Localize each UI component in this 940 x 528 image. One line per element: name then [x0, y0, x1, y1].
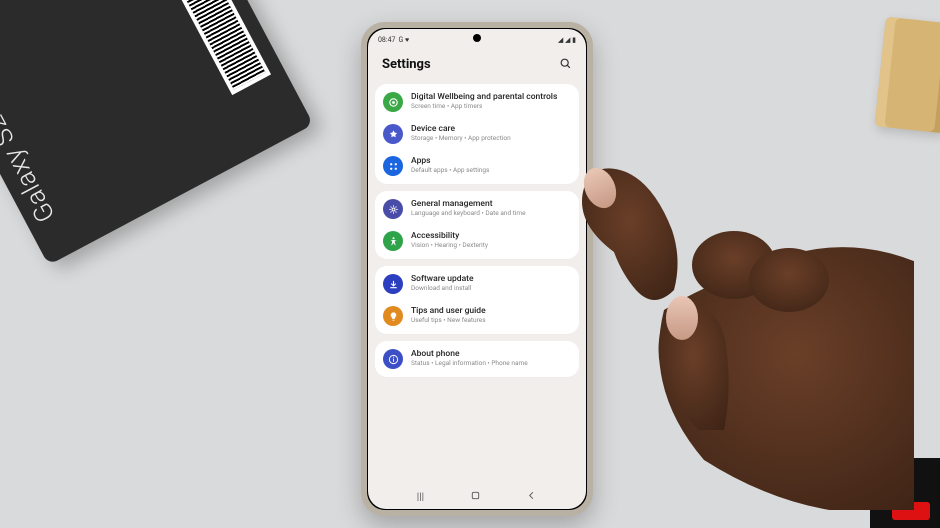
- settings-item[interactable]: Tips and user guideUseful tips • New fea…: [375, 300, 579, 332]
- item-subtitle: Language and keyboard • Date and time: [411, 210, 526, 217]
- settings-group: General managementLanguage and keyboard …: [375, 191, 579, 259]
- general-icon: [383, 199, 403, 219]
- settings-item[interactable]: Digital Wellbeing and parental controlsS…: [375, 86, 579, 118]
- item-text: Tips and user guideUseful tips • New fea…: [411, 307, 486, 325]
- settings-list: Digital Wellbeing and parental controlsS…: [368, 84, 586, 485]
- item-text: About phoneStatus • Legal information • …: [411, 350, 528, 368]
- device-care-icon: [383, 124, 403, 144]
- page-title: Settings: [382, 57, 431, 72]
- status-time: 08:47: [378, 36, 395, 44]
- nav-recent-icon[interactable]: |||: [417, 492, 424, 503]
- settings-group: About phoneStatus • Legal information • …: [375, 341, 579, 377]
- settings-group: Digital Wellbeing and parental controlsS…: [375, 84, 579, 184]
- item-subtitle: Storage • Memory • App protection: [411, 135, 511, 142]
- status-left-icons: G ♥: [398, 36, 409, 44]
- settings-item[interactable]: AppsDefault apps • App settings: [375, 150, 579, 182]
- settings-item[interactable]: AccessibilityVision • Hearing • Dexterit…: [375, 225, 579, 257]
- settings-item[interactable]: Software updateDownload and install: [375, 268, 579, 300]
- nav-back-icon[interactable]: [526, 490, 537, 504]
- item-text: AccessibilityVision • Hearing • Dexterit…: [411, 232, 488, 250]
- product-box: Galaxy S25 Ultra: [0, 0, 313, 265]
- camera-hole: [473, 34, 481, 42]
- accessibility-icon: [383, 231, 403, 251]
- item-text: General managementLanguage and keyboard …: [411, 200, 526, 218]
- item-subtitle: Vision • Hearing • Dexterity: [411, 242, 488, 249]
- about-icon: [383, 349, 403, 369]
- wellbeing-icon: [383, 92, 403, 112]
- item-text: Device careStorage • Memory • App protec…: [411, 125, 511, 143]
- search-icon[interactable]: [559, 55, 572, 74]
- apps-icon: [383, 156, 403, 176]
- settings-header: Settings: [368, 49, 586, 84]
- item-subtitle: Status • Legal information • Phone name: [411, 360, 528, 367]
- settings-group: Software updateDownload and install Tips …: [375, 266, 579, 334]
- item-text: AppsDefault apps • App settings: [411, 157, 489, 175]
- item-subtitle: Screen time • App timers: [411, 103, 557, 110]
- item-text: Digital Wellbeing and parental controlsS…: [411, 93, 557, 111]
- barcode: [158, 0, 271, 95]
- item-subtitle: Default apps • App settings: [411, 167, 489, 174]
- nav-bar: |||: [368, 485, 586, 509]
- update-icon: [383, 274, 403, 294]
- human-hand: [554, 130, 914, 510]
- item-subtitle: Download and install: [411, 285, 474, 292]
- tips-icon: [383, 306, 403, 326]
- box-label: Galaxy S25 Ultra: [0, 41, 62, 227]
- settings-item[interactable]: General managementLanguage and keyboard …: [375, 193, 579, 225]
- phone-frame: 08:47 G ♥ ◢ ◢ ▮ Settings Digital Wellbei…: [361, 22, 593, 516]
- status-right-icons: ◢ ◢ ▮: [558, 36, 576, 44]
- settings-item[interactable]: About phoneStatus • Legal information • …: [375, 343, 579, 375]
- phone-screen: 08:47 G ♥ ◢ ◢ ▮ Settings Digital Wellbei…: [368, 29, 586, 509]
- item-text: Software updateDownload and install: [411, 275, 474, 293]
- nav-home-icon[interactable]: [470, 490, 481, 504]
- item-subtitle: Useful tips • New features: [411, 317, 486, 324]
- settings-item[interactable]: Device careStorage • Memory • App protec…: [375, 118, 579, 150]
- wooden-block: [874, 17, 940, 134]
- red-sticker: [892, 502, 930, 520]
